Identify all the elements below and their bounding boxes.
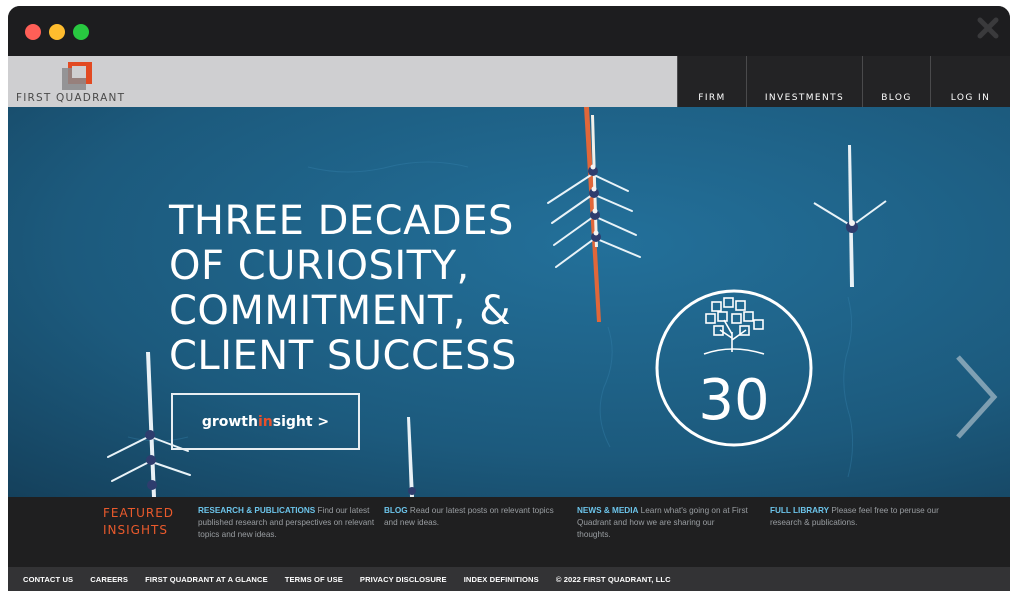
chevron-right-icon[interactable] bbox=[948, 353, 1000, 441]
footer-terms-of-use-link[interactable]: TERMS OF USE bbox=[285, 575, 343, 584]
thirty-year-badge: 30 bbox=[655, 289, 813, 447]
headline-line: COMMITMENT, & bbox=[169, 288, 511, 334]
logo-text: FIRST QUADRANT bbox=[16, 92, 126, 104]
insight-title[interactable]: BLOG bbox=[384, 506, 408, 515]
footer-copyright: © 2022 FIRST QUADRANT, LLC bbox=[555, 574, 671, 584]
featured-insights-heading: FEATURED INSIGHTS bbox=[103, 505, 174, 539]
first-quadrant-logo-mark bbox=[62, 62, 92, 90]
zoom-window-button[interactable] bbox=[73, 24, 89, 40]
site-footer: CONTACT US CAREERS FIRST QUADRANT AT A G… bbox=[8, 567, 1010, 591]
headline-line: CLIENT SUCCESS bbox=[169, 333, 517, 379]
close-x-icon[interactable] bbox=[976, 16, 1000, 40]
footer-careers-link[interactable]: CAREERS bbox=[90, 575, 128, 584]
headline-line: THREE DECADES bbox=[169, 198, 514, 244]
cta-part-in: in bbox=[257, 413, 273, 430]
hero-headline: THREE DECADES OF CURIOSITY, COMMITMENT, … bbox=[169, 199, 517, 379]
nav-firm[interactable]: FIRM bbox=[677, 56, 746, 107]
tree-icon bbox=[703, 297, 765, 355]
insight-blog[interactable]: BLOG Read our latest posts on relevant t… bbox=[384, 505, 560, 529]
insight-title[interactable]: FULL LIBRARY bbox=[770, 506, 829, 515]
minimize-window-button[interactable] bbox=[49, 24, 65, 40]
insight-title[interactable]: NEWS & MEDIA bbox=[577, 506, 638, 515]
cta-part-growth: growth bbox=[201, 413, 258, 430]
featured-insights-band: FEATURED INSIGHTS RESEARCH & PUBLICATION… bbox=[8, 497, 1010, 567]
insight-full-library[interactable]: FULL LIBRARY Please feel free to peruse … bbox=[770, 505, 940, 529]
insight-news-media[interactable]: NEWS & MEDIA Learn what's going on at Fi… bbox=[577, 505, 749, 541]
growth-insight-button[interactable]: growth in sight > bbox=[171, 393, 360, 450]
hero-banner: THREE DECADES OF CURIOSITY, COMMITMENT, … bbox=[8, 107, 1010, 497]
close-window-button[interactable] bbox=[25, 24, 41, 40]
featured-label: FEATURED bbox=[103, 506, 175, 520]
insights-label: INSIGHTS bbox=[103, 523, 168, 537]
page-viewport: FIRST QUADRANT FIRM INVESTMENTS BLOG LOG… bbox=[8, 56, 1010, 591]
insight-title[interactable]: RESEARCH & PUBLICATIONS bbox=[198, 506, 315, 515]
main-nav: FIRM INVESTMENTS BLOG LOG IN bbox=[677, 56, 1010, 107]
footer-at-a-glance-link[interactable]: FIRST QUADRANT AT A GLANCE bbox=[145, 575, 268, 584]
browser-window: FIRST QUADRANT FIRM INVESTMENTS BLOG LOG… bbox=[8, 6, 1010, 591]
title-bar bbox=[8, 6, 1010, 56]
footer-index-definitions-link[interactable]: INDEX DEFINITIONS bbox=[464, 575, 539, 584]
insight-text: Read our latest posts on relevant topics… bbox=[384, 506, 554, 527]
nav-investments[interactable]: INVESTMENTS bbox=[746, 56, 862, 107]
footer-privacy-disclosure-link[interactable]: PRIVACY DISCLOSURE bbox=[360, 575, 447, 584]
nav-blog[interactable]: BLOG bbox=[862, 56, 930, 107]
logo[interactable]: FIRST QUADRANT bbox=[14, 60, 144, 104]
footer-contact-us-link[interactable]: CONTACT US bbox=[23, 575, 73, 584]
nav-log-in[interactable]: LOG IN bbox=[930, 56, 1010, 107]
site-header: FIRST QUADRANT FIRM INVESTMENTS BLOG LOG… bbox=[8, 56, 1010, 107]
headline-line: OF CURIOSITY, bbox=[169, 243, 470, 289]
cta-part-sight: sight bbox=[272, 413, 313, 430]
cta-arrow: > bbox=[312, 413, 330, 430]
badge-number: 30 bbox=[698, 368, 769, 433]
insight-research-publications[interactable]: RESEARCH & PUBLICATIONS Find our latest … bbox=[198, 505, 376, 541]
